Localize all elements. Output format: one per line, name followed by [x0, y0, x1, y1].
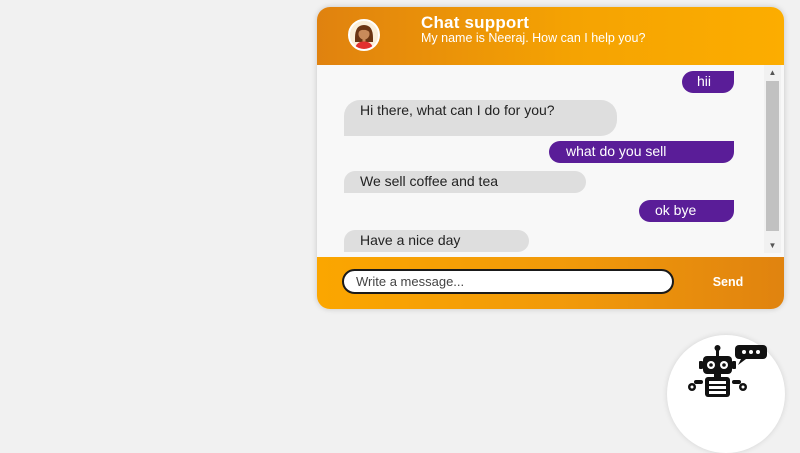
message-bubble-bot: Have a nice day [344, 230, 529, 252]
scroll-up-icon[interactable]: ▲ [764, 65, 781, 80]
chat-title: Chat support [421, 13, 530, 32]
message-bubble-bot: We sell coffee and tea [344, 171, 586, 193]
chatbot-launcher-button[interactable] [667, 335, 785, 453]
message-text: Hi there, what can I do for you? [360, 102, 555, 118]
message-text: We sell coffee and tea [360, 173, 499, 189]
scroll-thumb[interactable] [766, 81, 779, 231]
chat-header: Chat support My name is Neeraj. How can … [317, 7, 784, 65]
message-input[interactable] [342, 269, 674, 294]
chat-subtitle: My name is Neeraj. How can I help you? [421, 31, 646, 45]
woman-avatar-icon [348, 19, 380, 51]
message-bubble-user: hii [682, 71, 734, 93]
message-list[interactable]: hii Hi there, what can I do for you? wha… [317, 65, 762, 253]
message-bubble-bot: Hi there, what can I do for you? [344, 100, 617, 136]
message-text: Have a nice day [360, 232, 461, 248]
message-bubble-user: what do you sell [549, 141, 734, 163]
message-text: hii [697, 73, 712, 89]
robot-chat-icon [688, 345, 767, 397]
chat-window: Chat support My name is Neeraj. How can … [317, 7, 784, 309]
message-text: what do you sell [566, 143, 667, 159]
message-scrollbar[interactable]: ▲ ▼ [764, 65, 781, 253]
message-bubble-user: ok bye [639, 200, 734, 222]
send-button[interactable]: Send [697, 269, 759, 295]
chat-footer: Send [317, 257, 784, 309]
message-text: ok bye [655, 202, 697, 218]
scroll-down-icon[interactable]: ▼ [764, 238, 781, 253]
